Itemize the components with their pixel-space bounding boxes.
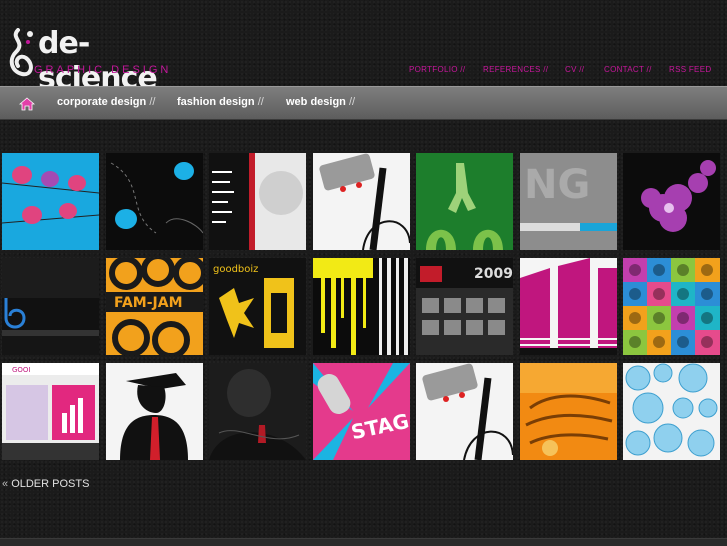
thumbnail-robot-cable-2[interactable] [416, 363, 513, 460]
thumbnail-purple-flowers[interactable] [623, 153, 720, 250]
older-posts-link[interactable]: « OLDER POSTS [2, 478, 89, 490]
svg-text:goodboiz: goodboiz [213, 264, 258, 275]
portfolio-grid: NG FAM-JAM goodboiz 2009 GOOI STAG [2, 153, 727, 461]
nav-contact[interactable]: CONTACT // [604, 65, 652, 74]
thumbnail-yellow-drips[interactable] [313, 258, 410, 355]
nav-portfolio[interactable]: PORTFOLIO // [409, 65, 465, 74]
category-corporate-design[interactable]: corporate design // [57, 96, 155, 108]
thumbnail-dark-portrait-tie[interactable] [209, 363, 306, 460]
thumbnail-birds-on-wire-cyan[interactable] [2, 153, 99, 250]
thumbnail-pink-boxes-website[interactable]: GOOI [2, 363, 99, 460]
thumbnail-menu-brochure[interactable] [209, 153, 306, 250]
category-bar: corporate design // fashion design // we… [0, 86, 727, 120]
category-label: fashion design [177, 96, 255, 108]
thumbnail-microphone-stage[interactable]: STAG [313, 363, 410, 460]
svg-text:GOOI: GOOI [12, 366, 31, 374]
thumbnail-pink-stripes-letter[interactable] [520, 258, 617, 355]
category-web-design[interactable]: web design // [286, 96, 355, 108]
thumbnail-blue-bubbles[interactable] [623, 363, 720, 460]
thumbnail-2009-calendar[interactable]: 2009 [416, 258, 513, 355]
nav-rss-feed[interactable]: RSS FEED [669, 65, 711, 74]
thumbnail-fam-jam-poster[interactable]: FAM-JAM [106, 258, 203, 355]
thumbnail-robot-cable[interactable] [313, 153, 410, 250]
svg-text:2009: 2009 [474, 266, 513, 282]
category-separator: // [348, 96, 356, 108]
svg-text:NG: NG [524, 162, 590, 208]
category-separator: // [257, 96, 264, 108]
category-label: web design [286, 96, 346, 108]
thumbnail-grey-typography[interactable]: NG [520, 153, 617, 250]
nav-references[interactable]: REFERENCES // [483, 65, 548, 74]
top-navigation: PORTFOLIO // REFERENCES // CV // CONTACT… [0, 65, 727, 77]
older-posts-label: OLDER POSTS [11, 478, 90, 490]
thumbnail-orange-type-poster[interactable] [520, 363, 617, 460]
svg-text:FAM-JAM: FAM-JAM [114, 295, 183, 311]
home-icon[interactable] [19, 97, 35, 111]
nav-cv[interactable]: CV // [565, 65, 584, 74]
thumbnail-portrait-grid[interactable] [623, 258, 720, 355]
thumbnail-dark-website-blue[interactable] [2, 258, 99, 355]
category-separator: // [149, 96, 156, 108]
chevron-left-icon: « [2, 478, 9, 490]
thumbnail-green-figure[interactable] [416, 153, 513, 250]
category-fashion-design[interactable]: fashion design // [177, 96, 264, 108]
thumbnail-goodboiz-yellow[interactable]: goodboiz [209, 258, 306, 355]
thumbnail-hat-man-red-tie[interactable] [106, 363, 203, 460]
thumbnail-blue-bird-black[interactable] [106, 153, 203, 250]
category-label: corporate design [57, 96, 147, 108]
